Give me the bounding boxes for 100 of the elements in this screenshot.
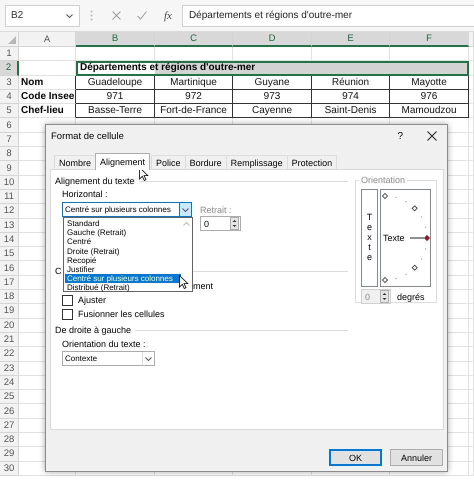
row-header[interactable]: 7 [0, 132, 19, 148]
empty-cell[interactable] [469, 447, 474, 462]
dropdown-option[interactable]: Standard [65, 219, 181, 228]
table-cell[interactable]: Martinique [155, 76, 233, 90]
table-cell[interactable]: Fort-de-France [155, 104, 233, 118]
empty-cell[interactable] [469, 176, 474, 190]
row-header[interactable]: 29 [0, 447, 19, 462]
table-cell[interactable]: Cayenne [233, 104, 312, 118]
empty-cell[interactable] [469, 118, 474, 133]
tab[interactable]: Remplissage [226, 155, 288, 169]
row-header[interactable]: 12 [0, 204, 19, 219]
empty-cell[interactable] [469, 161, 474, 176]
checkbox[interactable] [62, 308, 73, 320]
dropdown-option[interactable]: Recopié [65, 256, 181, 265]
empty-cell[interactable] [469, 104, 474, 118]
dropdown-option[interactable]: Centré [65, 237, 181, 247]
empty-cell[interactable] [469, 347, 474, 362]
column-header[interactable]: B [76, 32, 155, 47]
row-header[interactable]: 11 [0, 190, 19, 204]
row-header[interactable]: 9 [0, 161, 19, 176]
checkbox-label[interactable]: ment [193, 280, 348, 292]
empty-cell[interactable] [469, 218, 474, 233]
formula-field[interactable]: Départements et régions d'outre-mer [182, 4, 474, 26]
dialog-button[interactable]: Annuler [390, 449, 443, 466]
column-header[interactable]: F [390, 32, 469, 47]
table-cell[interactable]: Saint-Denis [312, 104, 390, 118]
row-header[interactable]: 18 [0, 290, 19, 304]
empty-cell[interactable] [469, 61, 474, 76]
table-cell[interactable]: Guadeloupe [76, 76, 155, 90]
empty-cell[interactable] [469, 261, 474, 276]
empty-cell[interactable] [469, 332, 474, 348]
row-header[interactable]: 8 [0, 147, 19, 162]
column-header[interactable] [469, 32, 474, 47]
table-cell[interactable]: Guyane [233, 76, 312, 90]
column-header[interactable]: C [155, 32, 233, 47]
column-header[interactable]: A [19, 32, 76, 47]
row-header[interactable]: 1 [0, 47, 19, 62]
help-button[interactable]: ? [397, 130, 403, 142]
table-cell[interactable]: Mayotte [390, 76, 469, 90]
row-header[interactable]: 22 [0, 347, 19, 362]
row-label-cell[interactable]: Nom [19, 76, 76, 90]
row-header[interactable]: 30 [0, 462, 19, 476]
column-header[interactable]: D [233, 32, 312, 47]
empty-cell[interactable] [469, 418, 474, 434]
table-cell[interactable]: 972 [155, 90, 233, 104]
empty-cell[interactable] [469, 90, 474, 104]
tab[interactable]: Police [151, 155, 186, 169]
table-cell[interactable]: 973 [233, 90, 312, 104]
row-header[interactable]: 23 [0, 362, 19, 376]
checkbox-label[interactable]: Ajuster [78, 295, 106, 305]
dialog-button[interactable]: OK [329, 449, 382, 466]
row-header[interactable]: 28 [0, 433, 19, 448]
row-header[interactable]: 24 [0, 376, 19, 390]
empty-cell[interactable] [469, 433, 474, 448]
empty-cell[interactable] [469, 462, 474, 476]
empty-cell[interactable] [469, 232, 474, 248]
row-header[interactable]: 20 [0, 318, 19, 333]
row-header[interactable]: 5 [0, 104, 19, 118]
empty-cell[interactable] [469, 318, 474, 333]
row-header[interactable]: 2 [0, 61, 19, 76]
scroll-up-icon[interactable] [183, 222, 190, 226]
row-header[interactable]: 3 [0, 76, 19, 90]
name-box[interactable]: B2 [5, 4, 80, 26]
cancel-icon[interactable] [112, 11, 121, 20]
checkbox-label[interactable]: Fusionner les cellules [78, 309, 165, 319]
row-label-cell[interactable]: Code Insee [19, 90, 76, 104]
dropdown-option[interactable]: Droite (Retrait) [65, 246, 181, 256]
row-header[interactable]: 27 [0, 418, 19, 434]
row-label-cell[interactable]: Chef-lieu [19, 104, 76, 118]
checkbox[interactable] [62, 294, 73, 306]
row-header[interactable]: 21 [0, 332, 19, 348]
tab[interactable]: Bordure [184, 155, 227, 169]
dropdown-option[interactable]: Centré sur plusieurs colonnes [65, 274, 181, 284]
empty-cell[interactable] [469, 147, 474, 162]
empty-cell[interactable] [469, 404, 474, 419]
row-header[interactable]: 25 [0, 390, 19, 404]
empty-cell[interactable] [469, 190, 474, 204]
empty-cell[interactable] [469, 304, 474, 319]
tab[interactable]: Protection [286, 155, 338, 169]
check-icon[interactable] [137, 11, 147, 20]
table-cell[interactable]: 976 [390, 90, 469, 104]
empty-cell[interactable] [469, 362, 474, 376]
empty-cell[interactable] [469, 204, 474, 219]
table-cell[interactable]: Basse-Terre [76, 104, 155, 118]
row-header[interactable]: 17 [0, 276, 19, 290]
empty-cell[interactable] [469, 76, 474, 90]
row-header[interactable]: 10 [0, 176, 19, 190]
row-header[interactable]: 4 [0, 90, 19, 104]
insert-function-button[interactable]: fx [164, 10, 172, 22]
row-header[interactable]: 14 [0, 232, 19, 248]
empty-cell[interactable] [469, 276, 474, 290]
table-cell[interactable]: Réunion [312, 76, 390, 90]
tab[interactable]: Nombre [54, 155, 96, 169]
select-all-icon[interactable] [8, 36, 16, 44]
empty-cell[interactable] [469, 290, 474, 304]
close-icon[interactable] [427, 131, 437, 141]
row-header[interactable]: 15 [0, 247, 19, 262]
direction-dropdown[interactable]: Contexte [62, 351, 155, 366]
title-cell[interactable]: Départements et régions d'outre-mer [76, 61, 469, 76]
empty-cell[interactable] [469, 247, 474, 262]
